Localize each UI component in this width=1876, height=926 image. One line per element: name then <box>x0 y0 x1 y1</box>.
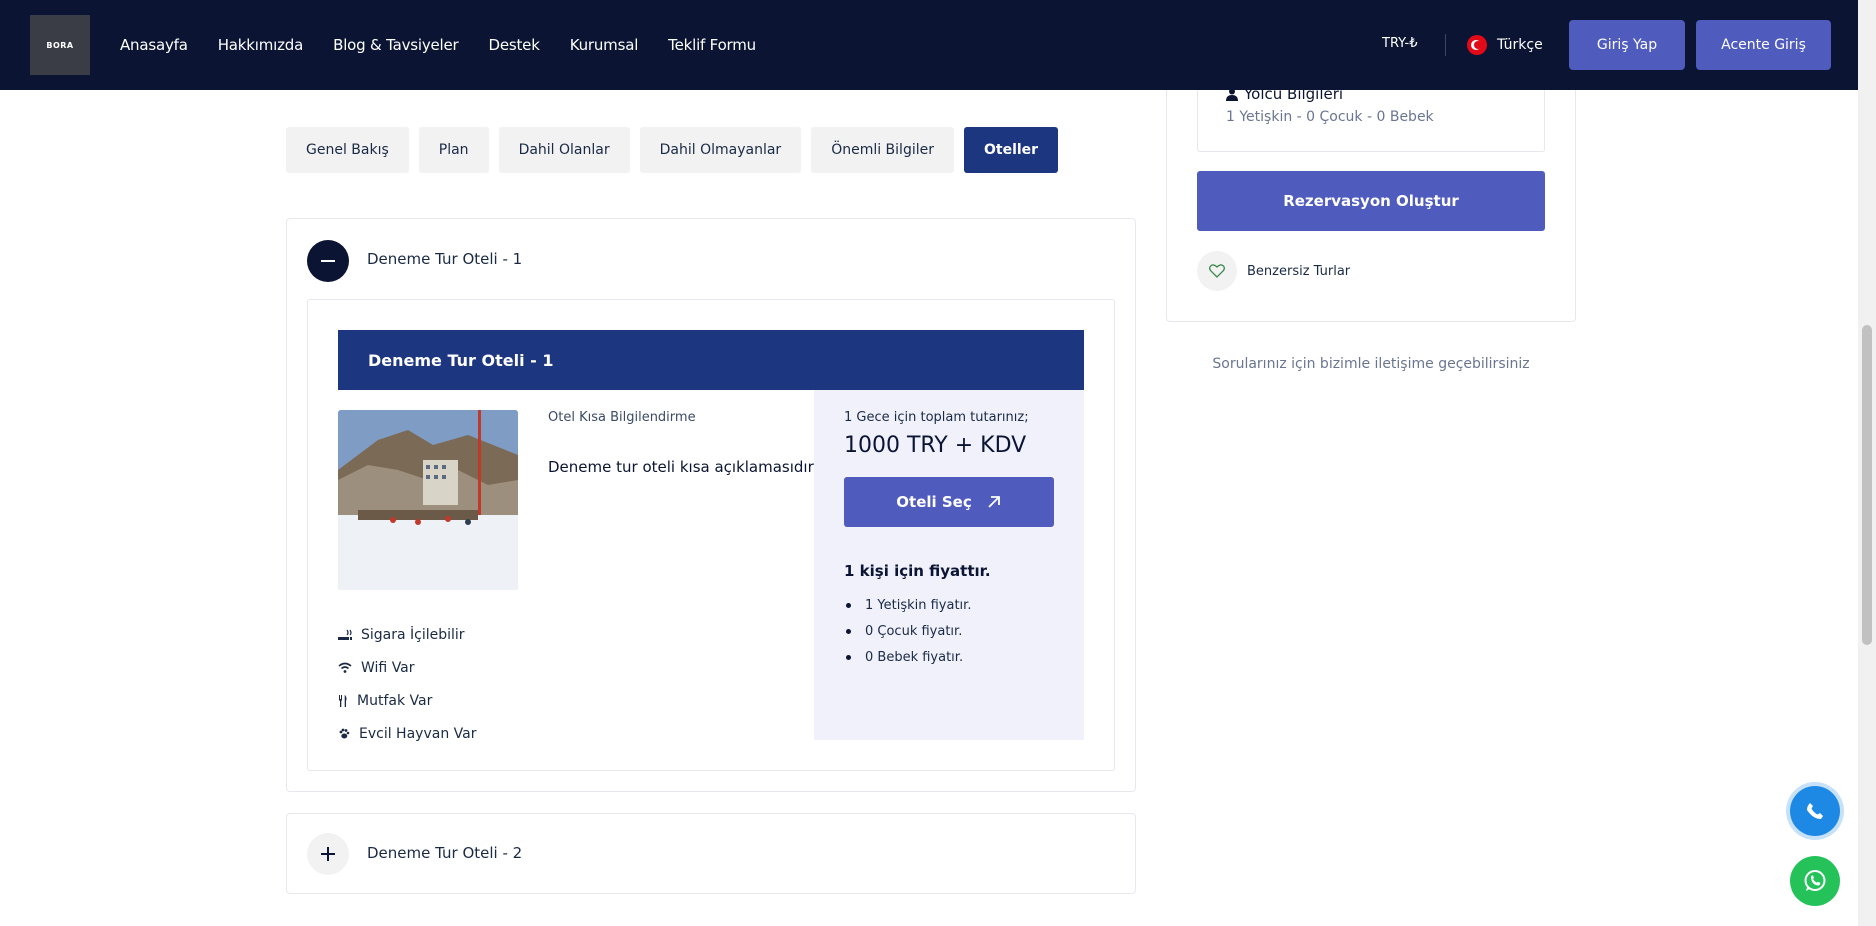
phone-call-button[interactable] <box>1790 786 1840 836</box>
contact-note: Sorularınız için bizimle iletişime geçeb… <box>1212 356 1530 372</box>
wifi-icon <box>338 662 352 673</box>
nav-link-blog[interactable]: Blog & Tavsiyeler <box>333 36 459 54</box>
amenity-label: Wifi Var <box>361 659 415 676</box>
main-nav: Anasayfa Hakkımızda Blog & Tavsiyeler De… <box>120 0 786 90</box>
nav-link-corporate[interactable]: Kurumsal <box>570 36 639 54</box>
kitchen-icon <box>339 694 347 707</box>
price-label: 1 Gece için toplam tutarınız; <box>844 410 1029 425</box>
language-label: Türkçe <box>1497 37 1543 53</box>
heart-icon <box>1209 264 1225 278</box>
create-reservation-button[interactable]: Rezervasyon Oluştur <box>1197 171 1545 231</box>
price-breakdown-list: 1 Yetişkin fiyatır. 0 Çocuk fiyatır. 0 B… <box>844 592 971 670</box>
collapse-toggle-button[interactable] <box>307 240 349 282</box>
amenity-kitchen: Mutfak Var <box>338 684 476 717</box>
hotel-image <box>338 410 518 590</box>
list-item: 1 Yetişkin fiyatır. <box>844 592 971 618</box>
list-item: 0 Bebek fiyatır. <box>844 644 971 670</box>
whatsapp-button[interactable] <box>1790 856 1840 906</box>
hotel-accordion-title[interactable]: Deneme Tur Oteli - 1 <box>367 250 522 268</box>
price-box: 1 Gece için toplam tutarınız; 1000 TRY +… <box>814 390 1084 740</box>
hotel-accordion-2: Deneme Tur Oteli - 2 <box>286 813 1136 894</box>
arrow-up-right-icon <box>988 496 1000 508</box>
turkey-flag-icon <box>1467 35 1487 55</box>
booking-sidebar-card: Yolcu Bilgileri 1 Yetişkin - 0 Çocuk - 0… <box>1166 59 1576 322</box>
expand-toggle-button[interactable] <box>307 833 349 875</box>
select-hotel-button[interactable]: Oteli Seç <box>844 477 1054 527</box>
passenger-summary: 1 Yetişkin - 0 Çocuk - 0 Bebek <box>1226 109 1434 125</box>
tab-important-info[interactable]: Önemli Bilgiler <box>811 127 954 173</box>
hotel-detail-panel: Deneme Tur Oteli - 1 Otel Kısa Bilgilend… <box>307 299 1115 771</box>
scrollbar-thumb[interactable] <box>1862 325 1872 645</box>
header-divider <box>1445 34 1446 56</box>
unique-tours-badge: Benzersiz Turlar <box>1197 251 1350 291</box>
list-item: 0 Çocuk fiyatır. <box>844 618 971 644</box>
login-button[interactable]: Giriş Yap <box>1569 20 1685 70</box>
amenity-label: Sigara İçilebilir <box>361 626 465 643</box>
unique-tours-label: Benzersiz Turlar <box>1247 263 1351 279</box>
tab-not-included[interactable]: Dahil Olmayanlar <box>639 127 802 173</box>
amenity-wifi: Wifi Var <box>338 651 476 684</box>
nav-link-home[interactable]: Anasayfa <box>120 36 188 54</box>
hotel-info-text: Deneme tur oteli kısa açıklamasıdır. <box>548 458 818 476</box>
price-value: 1000 TRY + KDV <box>844 433 1027 458</box>
nav-link-support[interactable]: Destek <box>489 36 540 54</box>
amenity-pet: Evcil Hayvan Var <box>338 717 476 750</box>
site-logo[interactable]: BORA <box>30 15 90 75</box>
per-person-note: 1 kişi için fiyattır. <box>844 562 991 580</box>
hotel-accordion-title[interactable]: Deneme Tur Oteli - 2 <box>367 844 522 862</box>
plus-icon <box>321 847 335 861</box>
minus-icon <box>321 260 335 262</box>
nav-link-quote-form[interactable]: Teklif Formu <box>668 36 756 54</box>
tab-included[interactable]: Dahil Olanlar <box>498 127 630 173</box>
whatsapp-icon <box>1804 870 1826 891</box>
top-navbar: BORA Anasayfa Hakkımızda Blog & Tavsiyel… <box>0 0 1858 90</box>
currency-selector[interactable]: TRY-₺ <box>1382 36 1418 51</box>
nav-link-about[interactable]: Hakkımızda <box>218 36 304 54</box>
paw-icon <box>339 728 350 738</box>
tab-plan[interactable]: Plan <box>418 127 489 173</box>
hotel-accordion-1: Deneme Tur Oteli - 1 Deneme Tur Oteli - … <box>286 218 1136 792</box>
hotel-detail-header: Deneme Tur Oteli - 1 <box>338 330 1084 390</box>
tab-hotels[interactable]: Oteller <box>963 127 1059 173</box>
hotel-info-label: Otel Kısa Bilgilendirme <box>548 410 696 425</box>
phone-icon <box>1807 803 1823 819</box>
amenity-label: Evcil Hayvan Var <box>359 725 477 742</box>
language-selector[interactable]: Türkçe <box>1467 35 1543 55</box>
tab-overview[interactable]: Genel Bakış <box>286 127 409 173</box>
agent-login-button[interactable]: Acente Giriş <box>1696 20 1831 70</box>
hotel-amenities: Sigara İçilebilir Wifi Var Mutfak Var Ev… <box>338 618 476 750</box>
tour-tabs: Genel Bakış Plan Dahil Olanlar Dahil Olm… <box>286 127 1068 173</box>
amenity-label: Mutfak Var <box>357 692 433 709</box>
smoking-icon <box>338 629 352 640</box>
heart-icon-wrap <box>1197 251 1237 291</box>
select-hotel-label: Oteli Seç <box>896 493 972 511</box>
amenity-smoking: Sigara İçilebilir <box>338 618 476 651</box>
